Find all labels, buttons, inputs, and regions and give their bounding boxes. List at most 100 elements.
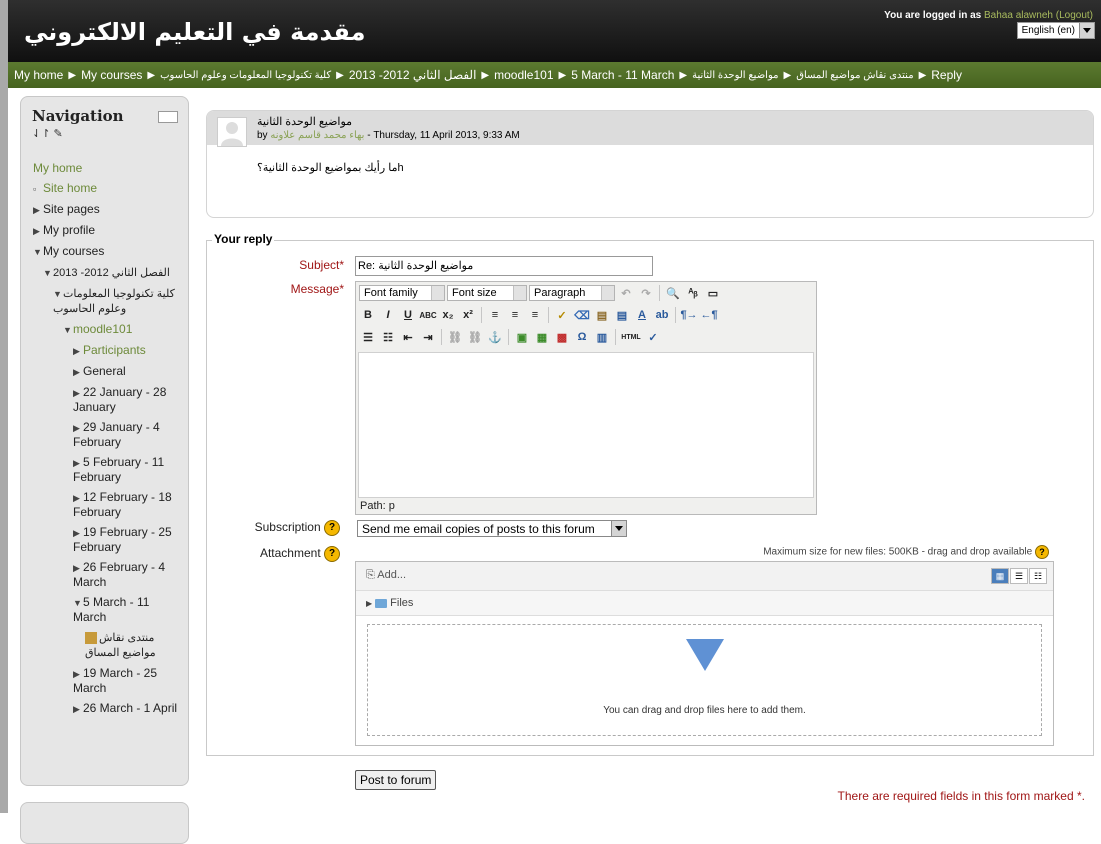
fullscreen-icon[interactable]: ▭	[704, 284, 722, 302]
nav-item-week[interactable]: ▶ 26 February - 4 March	[33, 560, 183, 589]
eraser-icon[interactable]: ⌫	[573, 306, 591, 324]
bullet-icon: ▫	[33, 184, 37, 194]
subscript-icon[interactable]: x₂	[439, 306, 457, 324]
indent-icon[interactable]: ⇥	[419, 328, 437, 346]
underline-icon[interactable]: U	[399, 306, 417, 324]
paste-text-icon[interactable]: ▤	[593, 306, 611, 324]
nav-item-label: 12 February - 18 February	[73, 490, 172, 519]
nav-item-week[interactable]: ▶ 12 February - 18 February	[33, 490, 183, 519]
nav-item-course[interactable]: ▼moodle101	[33, 322, 183, 337]
help-icon[interactable]: ?	[324, 520, 340, 536]
align-center-icon[interactable]: ≡	[506, 306, 524, 324]
drop-zone[interactable]: You can drag and drop files here to add …	[367, 624, 1042, 736]
align-right-icon[interactable]: ≡	[526, 306, 544, 324]
crumb-semester[interactable]: الفصل الثاني 2012- 2013	[347, 68, 479, 82]
nav-item-week[interactable]: ▶ 19 February - 25 February	[33, 525, 183, 554]
anchor-icon[interactable]: ⚓	[486, 328, 504, 346]
nav-item-my-home[interactable]: My home	[33, 161, 183, 175]
bullet-list-icon[interactable]: ☰	[359, 328, 377, 346]
paragraph-select[interactable]: Paragraph	[529, 285, 615, 301]
undo-icon[interactable]: ↶	[617, 284, 635, 302]
crumb-course[interactable]: moodle101	[492, 68, 555, 82]
crumb-my-courses[interactable]: My courses	[79, 68, 144, 82]
required-icon: *	[1076, 789, 1082, 803]
rtl-icon[interactable]: ←¶	[700, 306, 718, 324]
bold-icon[interactable]: B	[359, 306, 377, 324]
expand-arrow-icon: ▶	[73, 388, 80, 398]
nav-item-week[interactable]: ▶ 22 January - 28 January	[33, 385, 183, 414]
strikethrough-icon[interactable]: ABC	[419, 306, 437, 324]
highlight-color-icon[interactable]: ab	[653, 306, 671, 324]
crumb-discussion[interactable]: مواضيع الوحدة الثانية	[690, 70, 780, 81]
unlink-icon[interactable]: ⛓	[466, 328, 484, 346]
redo-icon[interactable]: ↷	[637, 284, 655, 302]
image-icon[interactable]: ▣	[513, 328, 531, 346]
replace-icon[interactable]: ᴬᵦ	[684, 284, 702, 302]
site-title[interactable]: مقدمة في التعليم الالكتروني	[24, 18, 365, 46]
post-to-forum-button[interactable]: Post to forum	[355, 770, 437, 790]
logout-link[interactable]: (Logout)	[1056, 10, 1093, 21]
nav-item-week[interactable]: ▶ 5 February - 11 February	[33, 455, 183, 484]
font-family-select[interactable]: Font family	[359, 285, 445, 301]
nav-item-week[interactable]: ▶ 29 January - 4 February	[33, 420, 183, 449]
html-source-icon[interactable]: HTML	[620, 328, 642, 346]
breadcrumb-separator-icon: ▶	[481, 69, 490, 81]
subject-input[interactable]: Re: مواضيع الوحدة الثانية	[355, 256, 653, 276]
paste-word-icon[interactable]: ▤	[613, 306, 631, 324]
crumb-forum[interactable]: منتدى نقاش مواضيع المساق	[794, 70, 915, 81]
superscript-icon[interactable]: x²	[459, 306, 477, 324]
avatar[interactable]	[217, 117, 247, 147]
nav-item-general[interactable]: ▶ General	[33, 364, 183, 379]
italic-icon[interactable]: I	[379, 306, 397, 324]
nav-item-participants[interactable]: ▶ Participants	[33, 343, 183, 358]
block-collapse-icon[interactable]	[158, 111, 178, 123]
crumb-week[interactable]: 5 March - 11 March	[569, 68, 676, 82]
nav-item-forum[interactable]: منتدى نقاش مواضيع المساق	[33, 630, 183, 660]
help-icon[interactable]: ?	[1035, 545, 1049, 559]
crumb-faculty[interactable]: كلية تكنولوجيا المعلومات وعلوم الحاسوب	[158, 70, 333, 81]
block-move-icon[interactable]: ⇃↾ ✎	[32, 127, 63, 140]
text-color-icon[interactable]: A	[633, 306, 651, 324]
subject-label: Subject*	[250, 258, 344, 272]
nav-item-week[interactable]: ▶ 19 March - 25 March	[33, 666, 183, 695]
language-select[interactable]: English (en)	[1016, 22, 1095, 39]
special-char-icon[interactable]: Ω	[573, 328, 591, 346]
moodle-media-icon[interactable]: ▩	[553, 328, 571, 346]
nav-item-my-profile[interactable]: ▶ My profile	[33, 223, 183, 238]
nav-item-site-pages[interactable]: ▶ Site pages	[33, 202, 183, 217]
nav-item-semester[interactable]: ▼الفصل الثاني 2012- 2013	[33, 265, 183, 280]
link-icon[interactable]: ⛓	[446, 328, 464, 346]
align-left-icon[interactable]: ≡	[486, 306, 504, 324]
breadcrumb-separator-icon: ▶	[679, 69, 688, 81]
help-icon[interactable]: ?	[324, 546, 340, 562]
breadcrumb-separator-icon: ▶	[336, 69, 344, 81]
font-size-select[interactable]: Font size	[447, 285, 527, 301]
user-name-link[interactable]: Bahaa alawneh	[984, 10, 1053, 21]
spellcheck-icon[interactable]: ✓	[644, 328, 662, 346]
nav-item-my-courses[interactable]: ▼My courses	[33, 244, 183, 259]
numbered-list-icon[interactable]: ☷	[379, 328, 397, 346]
nav-item-week-current[interactable]: ▼5 March - 11 March	[33, 595, 183, 624]
add-file-button[interactable]: ⎘ Add...	[366, 569, 406, 582]
list-view-icon[interactable]: ☰	[1010, 568, 1028, 584]
crumb-my-home[interactable]: My home	[12, 68, 65, 82]
nav-item-label: 26 March - 1 April	[83, 701, 178, 715]
nav-item-label: 5 February - 11 February	[73, 455, 165, 484]
table-icon[interactable]: ▥	[593, 328, 611, 346]
subscription-select[interactable]: Send me email copies of posts to this fo…	[357, 520, 627, 537]
post-author-link[interactable]: بهاء محمد قاسم علاونه	[270, 130, 364, 141]
nav-item-week[interactable]: ▶ 26 March - 1 April	[33, 701, 183, 716]
clean-icon[interactable]: ✓	[553, 306, 571, 324]
message-label-text: Message	[290, 282, 340, 296]
media-icon[interactable]: ▦	[533, 328, 551, 346]
icon-view-icon[interactable]: ▦	[991, 568, 1009, 584]
editor-content-area[interactable]	[358, 352, 814, 498]
tree-view-icon[interactable]: ☷	[1029, 568, 1047, 584]
nav-item-faculty[interactable]: ▼كلية تكنولوجيا المعلومات وعلوم الحاسوب	[33, 286, 183, 316]
ltr-icon[interactable]: ¶→	[680, 306, 698, 324]
nav-item-label: Site home	[43, 181, 98, 195]
nav-item-site-home[interactable]: ▫ Site home	[33, 181, 183, 196]
files-folder-link[interactable]: ▶ Files	[366, 597, 413, 609]
find-icon[interactable]: 🔍	[664, 284, 682, 302]
outdent-icon[interactable]: ⇤	[399, 328, 417, 346]
